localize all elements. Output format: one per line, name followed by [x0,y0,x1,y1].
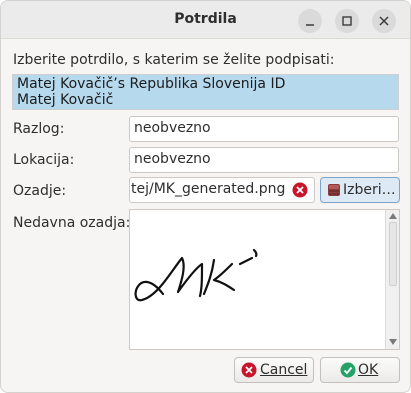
recent-backgrounds-list[interactable] [129,209,400,350]
ok-icon [340,362,356,378]
close-button[interactable] [372,9,396,33]
cancel-button-label: Cancel [260,362,308,378]
scrollbar[interactable] [385,210,399,349]
cancel-icon [241,362,257,378]
certificate-owner: Matej Kovačič [17,92,114,108]
background-input-text: tej/MK_generated.png [131,181,286,197]
scroll-down-icon[interactable] [388,338,398,346]
storage-icon [328,184,340,196]
reason-input[interactable]: neobvezno [129,116,399,142]
location-input[interactable]: neobvezno [129,147,399,173]
ok-button-label: OK [358,362,379,378]
certificates-dialog: Potrdila Izberite potrdilo, s katerim se… [0,0,411,393]
reason-input-text: neobvezno [134,120,211,136]
location-input-text: neobvezno [134,151,211,167]
recent-backgrounds-label: Nedavna ozadja: [13,215,131,231]
title-bar: Potrdila [1,1,410,39]
minimize-button[interactable] [298,9,322,33]
browse-button[interactable]: Izberi… [320,177,400,203]
clear-icon[interactable] [292,182,308,198]
certificate-list[interactable]: Matej Kovačič’s Republika Slovenija ID M… [12,74,399,110]
minimize-icon [306,24,314,26]
certificate-item[interactable]: Matej Kovačič’s Republika Slovenija ID M… [13,75,398,109]
reason-label: Razlog: [13,121,65,137]
certificate-name: Matej Kovačič’s Republika Slovenija ID [17,76,286,92]
scroll-up-icon[interactable] [388,212,398,220]
background-label: Ozadje: [13,183,67,199]
scrollbar-thumb[interactable] [389,222,397,286]
location-label: Lokacija: [13,152,75,168]
maximize-button[interactable] [335,9,359,33]
certificate-prompt: Izberite potrdilo, s katerim se želite p… [13,52,335,68]
browse-button-label: Izberi… [343,182,396,198]
maximize-icon [342,16,352,26]
cancel-button[interactable]: Cancel [234,357,314,383]
close-icon [379,16,389,26]
signature-image [134,248,258,302]
ok-button[interactable]: OK [320,357,400,383]
background-input[interactable]: tej/MK_generated.png [129,177,315,203]
